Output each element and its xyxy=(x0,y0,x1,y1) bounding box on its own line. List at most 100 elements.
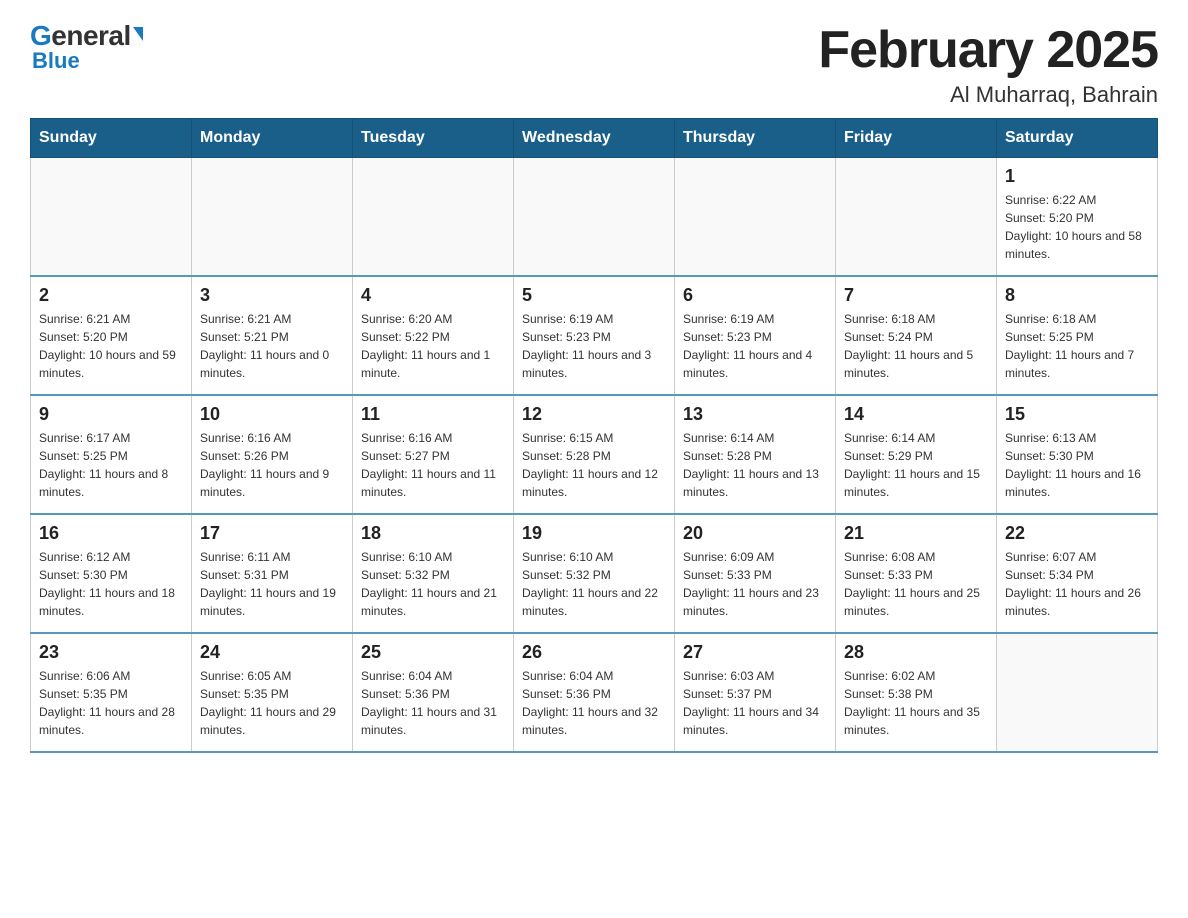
day-number: 11 xyxy=(361,404,505,425)
calendar-cell: 17Sunrise: 6:11 AM Sunset: 5:31 PM Dayli… xyxy=(192,514,353,633)
day-info: Sunrise: 6:04 AM Sunset: 5:36 PM Dayligh… xyxy=(361,667,505,739)
day-number: 4 xyxy=(361,285,505,306)
day-number: 21 xyxy=(844,523,988,544)
calendar-week-row: 1Sunrise: 6:22 AM Sunset: 5:20 PM Daylig… xyxy=(31,158,1158,277)
weekday-header-saturday: Saturday xyxy=(997,119,1158,158)
calendar-cell: 5Sunrise: 6:19 AM Sunset: 5:23 PM Daylig… xyxy=(514,276,675,395)
calendar-cell: 11 Sunrise: 6:16 AM Sunset: 5:27 PM Dayli… xyxy=(353,395,514,514)
day-info: Sunrise: 6:05 AM Sunset: 5:35 PM Dayligh… xyxy=(200,667,344,739)
day-number: 15 xyxy=(1005,404,1149,425)
calendar-cell xyxy=(31,158,192,277)
calendar-cell xyxy=(836,158,997,277)
calendar-cell xyxy=(675,158,836,277)
calendar-cell: 19 Sunrise: 6:10 AM Sunset: 5:32 PM Dayli… xyxy=(514,514,675,633)
day-number: 23 xyxy=(39,642,183,663)
day-info: Sunrise: 6:03 AM Sunset: 5:37 PM Dayligh… xyxy=(683,667,827,739)
day-number: 12 xyxy=(522,404,666,425)
calendar-cell: 27 Sunrise: 6:03 AM Sunset: 5:37 PM Dayli… xyxy=(675,633,836,752)
weekday-header-thursday: Thursday xyxy=(675,119,836,158)
day-number: 27 xyxy=(683,642,827,663)
calendar-cell xyxy=(353,158,514,277)
day-number: 24 xyxy=(200,642,344,663)
day-number: 2 xyxy=(39,285,183,306)
title-block: February 2025 Al Muharraq, Bahrain xyxy=(818,20,1158,108)
calendar-cell: 3 Sunrise: 6:21 AM Sunset: 5:21 PM Daylig… xyxy=(192,276,353,395)
calendar-cell: 9 Sunrise: 6:17 AM Sunset: 5:25 PM Daylig… xyxy=(31,395,192,514)
day-number: 16 xyxy=(39,523,183,544)
calendar-title: February 2025 xyxy=(818,20,1158,80)
weekday-header-friday: Friday xyxy=(836,119,997,158)
day-info: Sunrise: 6:10 AM Sunset: 5:32 PM Dayligh… xyxy=(361,548,505,620)
calendar-cell: 26Sunrise: 6:04 AM Sunset: 5:36 PM Dayli… xyxy=(514,633,675,752)
day-number: 20 xyxy=(683,523,827,544)
day-info: Sunrise: 6:16 AM Sunset: 5:26 PM Dayligh… xyxy=(200,429,344,501)
day-number: 7 xyxy=(844,285,988,306)
calendar-cell: 25 Sunrise: 6:04 AM Sunset: 5:36 PM Dayli… xyxy=(353,633,514,752)
day-number: 22 xyxy=(1005,523,1149,544)
day-number: 8 xyxy=(1005,285,1149,306)
day-info: Sunrise: 6:21 AM Sunset: 5:21 PM Dayligh… xyxy=(200,310,344,382)
day-info: Sunrise: 6:09 AM Sunset: 5:33 PM Dayligh… xyxy=(683,548,827,620)
day-number: 1 xyxy=(1005,166,1149,187)
day-info: Sunrise: 6:17 AM Sunset: 5:25 PM Dayligh… xyxy=(39,429,183,501)
calendar-header-row: SundayMondayTuesdayWednesdayThursdayFrid… xyxy=(31,119,1158,158)
day-info: Sunrise: 6:16 AM Sunset: 5:27 PM Dayligh… xyxy=(361,429,505,501)
calendar-cell: 21 Sunrise: 6:08 AM Sunset: 5:33 PM Dayli… xyxy=(836,514,997,633)
calendar-cell: 12 Sunrise: 6:15 AM Sunset: 5:28 PM Dayli… xyxy=(514,395,675,514)
day-info: Sunrise: 6:04 AM Sunset: 5:36 PM Dayligh… xyxy=(522,667,666,739)
calendar-cell: 1Sunrise: 6:22 AM Sunset: 5:20 PM Daylig… xyxy=(997,158,1158,277)
calendar-cell xyxy=(997,633,1158,752)
day-info: Sunrise: 6:18 AM Sunset: 5:25 PM Dayligh… xyxy=(1005,310,1149,382)
day-info: Sunrise: 6:21 AM Sunset: 5:20 PM Dayligh… xyxy=(39,310,183,382)
calendar-cell: 22 Sunrise: 6:07 AM Sunset: 5:34 PM Dayli… xyxy=(997,514,1158,633)
day-info: Sunrise: 6:06 AM Sunset: 5:35 PM Dayligh… xyxy=(39,667,183,739)
day-number: 6 xyxy=(683,285,827,306)
calendar-table: SundayMondayTuesdayWednesdayThursdayFrid… xyxy=(30,118,1158,753)
calendar-week-row: 9 Sunrise: 6:17 AM Sunset: 5:25 PM Daylig… xyxy=(31,395,1158,514)
calendar-cell: 7 Sunrise: 6:18 AM Sunset: 5:24 PM Daylig… xyxy=(836,276,997,395)
day-number: 13 xyxy=(683,404,827,425)
day-info: Sunrise: 6:12 AM Sunset: 5:30 PM Dayligh… xyxy=(39,548,183,620)
day-info: Sunrise: 6:02 AM Sunset: 5:38 PM Dayligh… xyxy=(844,667,988,739)
day-number: 28 xyxy=(844,642,988,663)
calendar-cell: 24 Sunrise: 6:05 AM Sunset: 5:35 PM Dayli… xyxy=(192,633,353,752)
day-number: 14 xyxy=(844,404,988,425)
day-info: Sunrise: 6:10 AM Sunset: 5:32 PM Dayligh… xyxy=(522,548,666,620)
calendar-cell xyxy=(192,158,353,277)
day-info: Sunrise: 6:15 AM Sunset: 5:28 PM Dayligh… xyxy=(522,429,666,501)
calendar-cell: 2 Sunrise: 6:21 AM Sunset: 5:20 PM Daylig… xyxy=(31,276,192,395)
day-number: 3 xyxy=(200,285,344,306)
calendar-week-row: 2 Sunrise: 6:21 AM Sunset: 5:20 PM Daylig… xyxy=(31,276,1158,395)
weekday-header-tuesday: Tuesday xyxy=(353,119,514,158)
day-number: 25 xyxy=(361,642,505,663)
calendar-week-row: 16 Sunrise: 6:12 AM Sunset: 5:30 PM Dayli… xyxy=(31,514,1158,633)
day-number: 9 xyxy=(39,404,183,425)
calendar-cell: 10 Sunrise: 6:16 AM Sunset: 5:26 PM Dayli… xyxy=(192,395,353,514)
day-info: Sunrise: 6:14 AM Sunset: 5:28 PM Dayligh… xyxy=(683,429,827,501)
logo-blue-text: Blue xyxy=(32,48,80,74)
day-info: Sunrise: 6:13 AM Sunset: 5:30 PM Dayligh… xyxy=(1005,429,1149,501)
day-number: 10 xyxy=(200,404,344,425)
day-number: 17 xyxy=(200,523,344,544)
day-number: 18 xyxy=(361,523,505,544)
weekday-header-monday: Monday xyxy=(192,119,353,158)
page-header: General Blue February 2025 Al Muharraq, … xyxy=(30,20,1158,108)
day-info: Sunrise: 6:20 AM Sunset: 5:22 PM Dayligh… xyxy=(361,310,505,382)
calendar-cell xyxy=(514,158,675,277)
day-number: 19 xyxy=(522,523,666,544)
day-info: Sunrise: 6:19 AM Sunset: 5:23 PM Dayligh… xyxy=(522,310,666,382)
day-info: Sunrise: 6:18 AM Sunset: 5:24 PM Dayligh… xyxy=(844,310,988,382)
calendar-subtitle: Al Muharraq, Bahrain xyxy=(818,82,1158,108)
calendar-cell: 4 Sunrise: 6:20 AM Sunset: 5:22 PM Daylig… xyxy=(353,276,514,395)
day-info: Sunrise: 6:08 AM Sunset: 5:33 PM Dayligh… xyxy=(844,548,988,620)
calendar-cell: 15 Sunrise: 6:13 AM Sunset: 5:30 PM Dayli… xyxy=(997,395,1158,514)
calendar-week-row: 23 Sunrise: 6:06 AM Sunset: 5:35 PM Dayli… xyxy=(31,633,1158,752)
calendar-cell: 23 Sunrise: 6:06 AM Sunset: 5:35 PM Dayli… xyxy=(31,633,192,752)
day-info: Sunrise: 6:19 AM Sunset: 5:23 PM Dayligh… xyxy=(683,310,827,382)
day-info: Sunrise: 6:07 AM Sunset: 5:34 PM Dayligh… xyxy=(1005,548,1149,620)
weekday-header-wednesday: Wednesday xyxy=(514,119,675,158)
calendar-cell: 20 Sunrise: 6:09 AM Sunset: 5:33 PM Dayli… xyxy=(675,514,836,633)
calendar-cell: 14Sunrise: 6:14 AM Sunset: 5:29 PM Dayli… xyxy=(836,395,997,514)
weekday-header-sunday: Sunday xyxy=(31,119,192,158)
logo: General Blue xyxy=(30,20,143,74)
